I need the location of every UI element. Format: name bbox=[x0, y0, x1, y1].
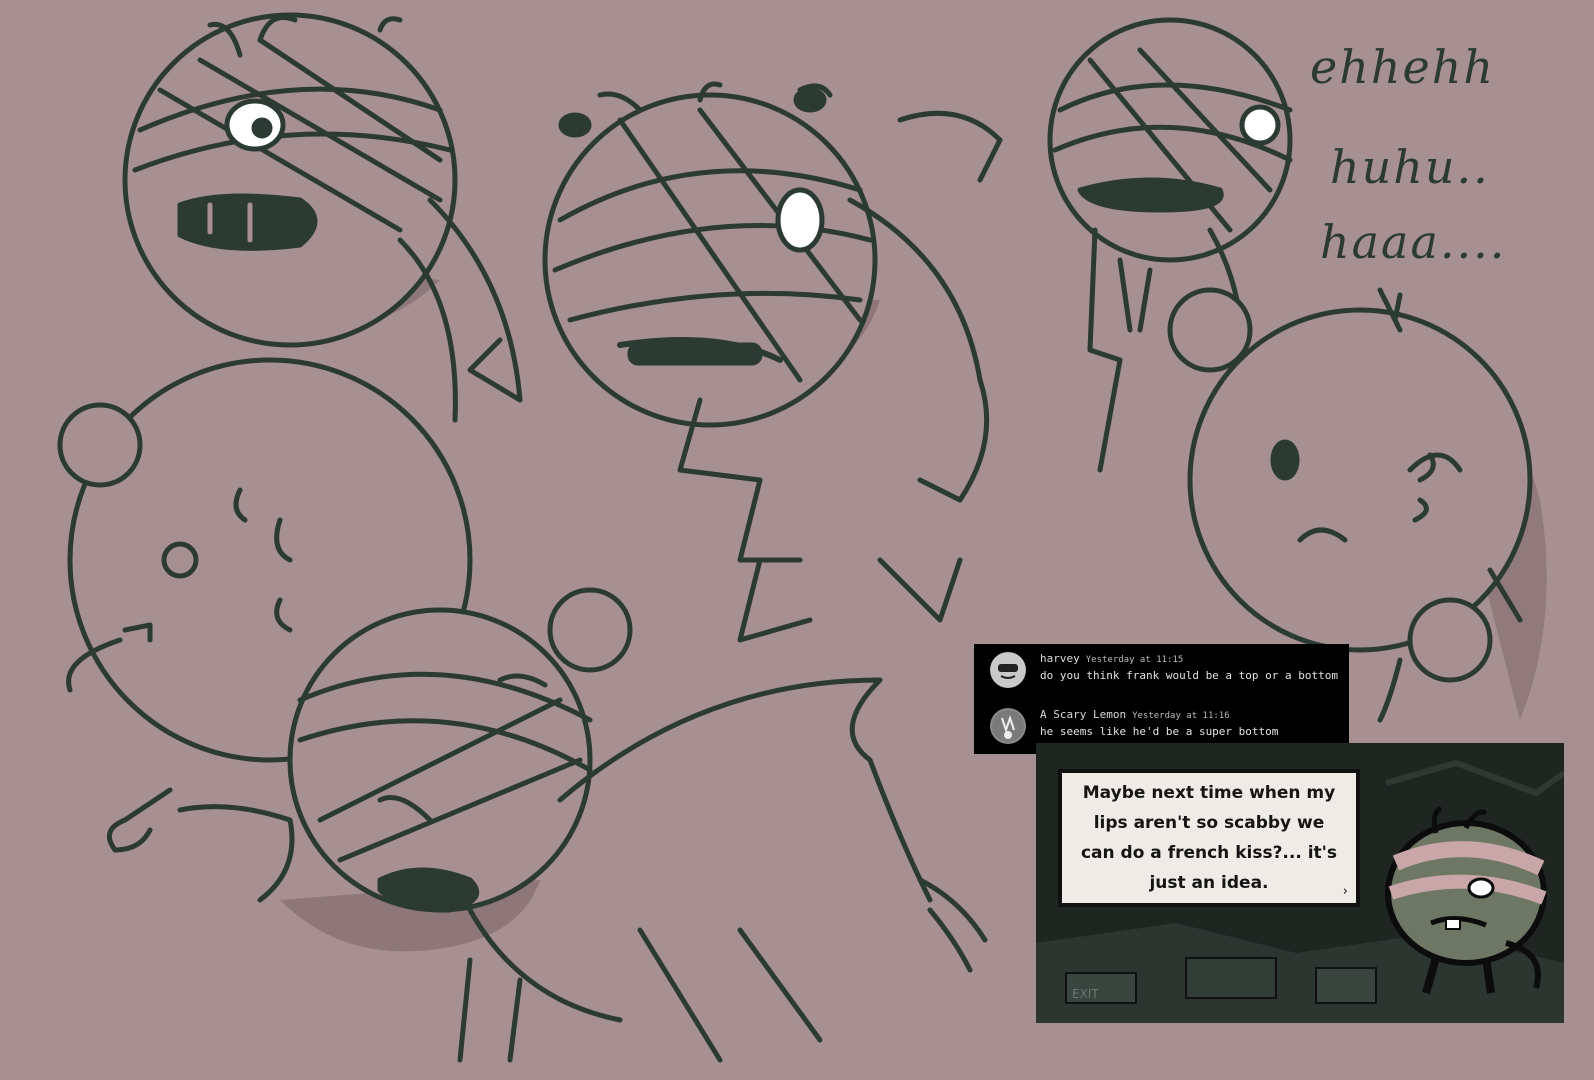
laugh-text-line-3: haaa.... bbox=[1320, 215, 1507, 269]
message-author: A Scary Lemon bbox=[1040, 708, 1127, 721]
mummy-sketch-top-left bbox=[122, 12, 523, 423]
chat-message: harvey Yesterday at 11:15 do you think fr… bbox=[974, 644, 1349, 696]
mummy-sketch-center bbox=[542, 81, 1003, 643]
message-author: harvey bbox=[1040, 652, 1080, 665]
dialogue-box[interactable]: Maybe next time when my lips aren't so s… bbox=[1058, 769, 1360, 907]
game-screenshot: Maybe next time when my lips aren't so s… bbox=[1036, 743, 1564, 1023]
laugh-text-line-2: huhu.. bbox=[1330, 140, 1490, 194]
advance-arrow-icon[interactable]: › bbox=[1343, 884, 1348, 899]
laugh-text-line-1: ehhehh bbox=[1310, 40, 1495, 94]
dialogue-text: Maybe next time when my lips aren't so s… bbox=[1080, 783, 1338, 893]
message-text: he seems like he'd be a super bottom bbox=[1040, 725, 1279, 738]
avatar bbox=[990, 652, 1026, 688]
message-timestamp: Yesterday at 11:15 bbox=[1085, 655, 1184, 665]
exit-sign: EXIT bbox=[1072, 987, 1099, 1001]
message-text: do you think frank would be a top or a b… bbox=[1040, 669, 1339, 682]
avatar bbox=[990, 708, 1026, 744]
chat-screenshot: harvey Yesterday at 11:15 do you think fr… bbox=[974, 644, 1349, 754]
message-timestamp: Yesterday at 11:16 bbox=[1132, 711, 1230, 721]
